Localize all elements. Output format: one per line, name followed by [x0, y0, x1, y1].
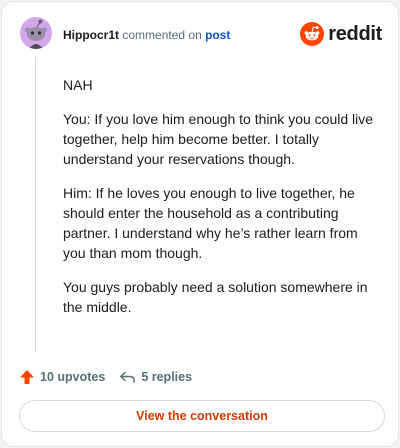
- thread-line: [35, 58, 36, 352]
- upvote-arrow-icon: [20, 370, 34, 384]
- comment-paragraph: You: If you love him enough to think you…: [63, 111, 374, 167]
- user-avatar[interactable]: [20, 17, 52, 49]
- replies-count: 5 replies: [141, 370, 193, 384]
- comment-footer: 10 upvotes 5 replies: [19, 367, 192, 387]
- reddit-wordmark: reddit: [328, 23, 382, 45]
- comment-card: Hippocr1t commented on post reddit NAH Y…: [1, 1, 399, 447]
- action-text: commented on: [122, 28, 202, 42]
- comment-paragraph: You guys probably need a solution somewh…: [63, 279, 368, 315]
- comment-paragraph: NAH: [63, 77, 93, 93]
- upvotes-stat[interactable]: 10 upvotes: [19, 369, 105, 385]
- post-link[interactable]: post: [205, 28, 230, 42]
- author-name[interactable]: Hippocr1t: [63, 28, 119, 42]
- replies-stat[interactable]: 5 replies: [119, 369, 192, 385]
- upvotes-count: 10 upvotes: [40, 370, 106, 384]
- comment-header: Hippocr1t commented on post: [63, 28, 230, 42]
- comment-body: NAH You: If you love him enough to think…: [63, 75, 383, 331]
- view-conversation-button[interactable]: View the conversation: [19, 400, 385, 432]
- reddit-logo[interactable]: reddit: [300, 22, 382, 46]
- reply-arrow-icon: [120, 371, 136, 383]
- comment-paragraph: Him: If he loves you enough to live toge…: [63, 185, 358, 261]
- reddit-snoo-icon: [300, 22, 325, 46]
- snoo-avatar-icon: [25, 19, 47, 49]
